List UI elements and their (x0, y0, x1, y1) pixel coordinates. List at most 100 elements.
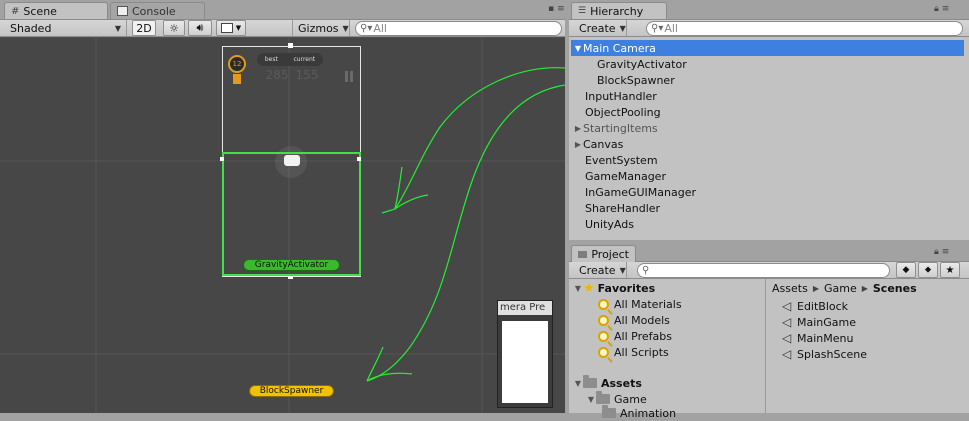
tab-console[interactable]: Console (110, 2, 205, 19)
hierarchy-item-object-pooling[interactable]: ObjectPooling (571, 104, 964, 120)
favorite-item-label: All Models (614, 313, 670, 327)
current-score: 155 (295, 68, 319, 82)
favorites-header[interactable]: ▼ ★ Favorites (573, 280, 655, 296)
scene-viewport[interactable]: best current 285 155 12 GravityActivator… (0, 37, 565, 413)
hierarchy-item-label: ObjectPooling (585, 105, 661, 119)
hierarchy-item-label: GameManager (585, 169, 666, 183)
speaker-icon: 🔊︎ (196, 21, 204, 34)
gravity-activator-text: GravityActivator (254, 260, 329, 270)
hierarchy-item-main-camera[interactable]: ▼ Main Camera (571, 40, 964, 56)
audio-toggle[interactable]: 🔊︎ (188, 20, 212, 36)
scene-asset-edit-block[interactable]: ◁ EditBlock (782, 298, 848, 314)
hierarchy-lock-icon[interactable]: 🔒︎≡ (934, 4, 952, 14)
expand-triangle-icon[interactable]: ▼ (573, 379, 583, 388)
unity-scene-icon: ◁ (782, 330, 792, 345)
hierarchy-item-block-spawner[interactable]: BlockSpawner (571, 72, 964, 88)
hierarchy-item-input-handler[interactable]: InputHandler (571, 88, 964, 104)
expand-triangle-icon[interactable]: ▼ (573, 44, 583, 53)
effects-dropdown[interactable]: ▼ (216, 20, 246, 36)
scene-asset-splash-scene[interactable]: ◁ SplashScene (782, 346, 867, 362)
hierarchy-item-game-manager[interactable]: GameManager (571, 168, 964, 184)
hierarchy-create-dropdown[interactable]: Create ▼ (574, 20, 627, 36)
hierarchy-item-starting-items[interactable]: ▶ StartingItems (571, 120, 964, 136)
unity-scene-icon: ◁ (782, 314, 792, 329)
search-icon: ⚲▾ (360, 23, 373, 34)
lighting-toggle[interactable]: ☼ (163, 20, 185, 36)
level-badge: 12 (228, 55, 246, 73)
breadcrumb: Assets ▶ Game ▶ Scenes (772, 281, 917, 295)
shading-mode-value: Shaded (10, 21, 52, 35)
favorite-item-scripts[interactable]: All Scripts (598, 344, 669, 360)
mode-2d-label: 2D (136, 21, 152, 35)
mode-2d-toggle[interactable]: 2D (132, 20, 156, 36)
grid-icon: # (11, 5, 20, 17)
animation-folder[interactable]: Animation (602, 405, 676, 421)
unity-scene-icon: ◁ (782, 298, 792, 313)
hierarchy-search-placeholder: All (664, 22, 678, 35)
hierarchy-item-unity-ads[interactable]: UnityAds (571, 216, 964, 232)
favorite-item-models[interactable]: All Models (598, 312, 670, 328)
gravity-activator-bounds[interactable] (222, 152, 361, 276)
filter-by-label-button[interactable]: ⬥ (918, 262, 938, 278)
tab-scene[interactable]: # Scene (4, 2, 108, 19)
folder-icon (578, 250, 588, 258)
hierarchy-item-label: Main Camera (583, 41, 656, 55)
image-icon (220, 23, 233, 33)
filter-by-type-button[interactable]: ◆ (896, 262, 916, 278)
favorites-label: Favorites (597, 281, 656, 295)
gravity-handle-left[interactable] (220, 157, 224, 161)
hierarchy-item-label: Canvas (583, 137, 624, 151)
breadcrumb-assets[interactable]: Assets (772, 282, 808, 295)
hierarchy-item-event-system[interactable]: EventSystem (571, 152, 964, 168)
assets-folder-label: Assets (601, 376, 642, 390)
chevron-right-icon: ▶ (861, 283, 868, 293)
hierarchy-item-ingame-gui-manager[interactable]: InGameGUIManager (571, 184, 964, 200)
sun-icon: ☼ (169, 21, 179, 35)
gravity-activator-label[interactable]: GravityActivator (243, 259, 340, 271)
scene-asset-main-game[interactable]: ◁ MainGame (782, 314, 856, 330)
project-lock-icon[interactable]: 🔒︎≡ (934, 247, 952, 257)
breadcrumb-game[interactable]: Game (824, 282, 857, 295)
gravity-handle-right[interactable] (357, 157, 361, 161)
project-search-input[interactable]: ⚲ (637, 263, 890, 278)
scene-search-input[interactable]: ⚲▾ All (355, 21, 562, 36)
camera-preview: mera Pre (497, 300, 553, 408)
hierarchy-item-canvas[interactable]: ▶ Canvas (571, 136, 964, 152)
hierarchy-item-label: ShareHandler (585, 201, 661, 215)
tag-icon: ⬥ (924, 265, 932, 275)
gizmos-dropdown[interactable]: Gizmos ▼ (292, 20, 350, 36)
current-label: current (293, 56, 316, 63)
hierarchy-item-label: GravityActivator (597, 57, 687, 71)
gizmos-label: Gizmos (298, 21, 339, 35)
tab-hierarchy[interactable]: ☰ Hierarchy (571, 2, 667, 19)
star-icon: ★ (583, 280, 595, 296)
search-icon (598, 314, 609, 326)
assets-folder[interactable]: ▼ Assets (573, 375, 642, 391)
block-spawner-label[interactable]: BlockSpawner (249, 385, 334, 397)
expand-triangle-icon[interactable]: ▶ (573, 140, 583, 149)
hierarchy-search-input[interactable]: ⚲▾ All (646, 21, 963, 36)
favorite-button[interactable]: ★ (940, 262, 960, 278)
project-create-dropdown[interactable]: Create ▼ (574, 262, 627, 278)
favorite-item-prefabs[interactable]: All Prefabs (598, 328, 672, 344)
favorite-item-materials[interactable]: All Materials (598, 296, 682, 312)
expand-triangle-icon[interactable]: ▶ (573, 124, 583, 133)
camera-handle-top[interactable] (288, 43, 293, 48)
expand-triangle-icon[interactable]: ▼ (573, 284, 583, 293)
shading-mode-dropdown[interactable]: Shaded ▼ (5, 20, 127, 36)
project-tab-bar: Project 🔒︎≡ (569, 244, 969, 262)
level-badge-value: 12 (232, 60, 242, 68)
hierarchy-item-share-handler[interactable]: ShareHandler (571, 200, 964, 216)
hierarchy-item-label: InGameGUIManager (585, 185, 696, 199)
list-icon: ☰ (578, 6, 587, 16)
chevron-down-icon: ▼ (619, 265, 626, 275)
expand-triangle-icon[interactable]: ▼ (586, 395, 596, 404)
camera-preview-title: mera Pre (498, 301, 552, 315)
animation-folder-label: Animation (620, 406, 677, 420)
breadcrumb-scenes[interactable]: Scenes (873, 282, 917, 295)
scene-asset-main-menu[interactable]: ◁ MainMenu (782, 330, 853, 346)
best-score: 285 (265, 68, 289, 82)
tab-project[interactable]: Project (571, 245, 636, 262)
folder-icon (596, 391, 610, 404)
hierarchy-item-gravity-activator[interactable]: GravityActivator (571, 56, 964, 72)
